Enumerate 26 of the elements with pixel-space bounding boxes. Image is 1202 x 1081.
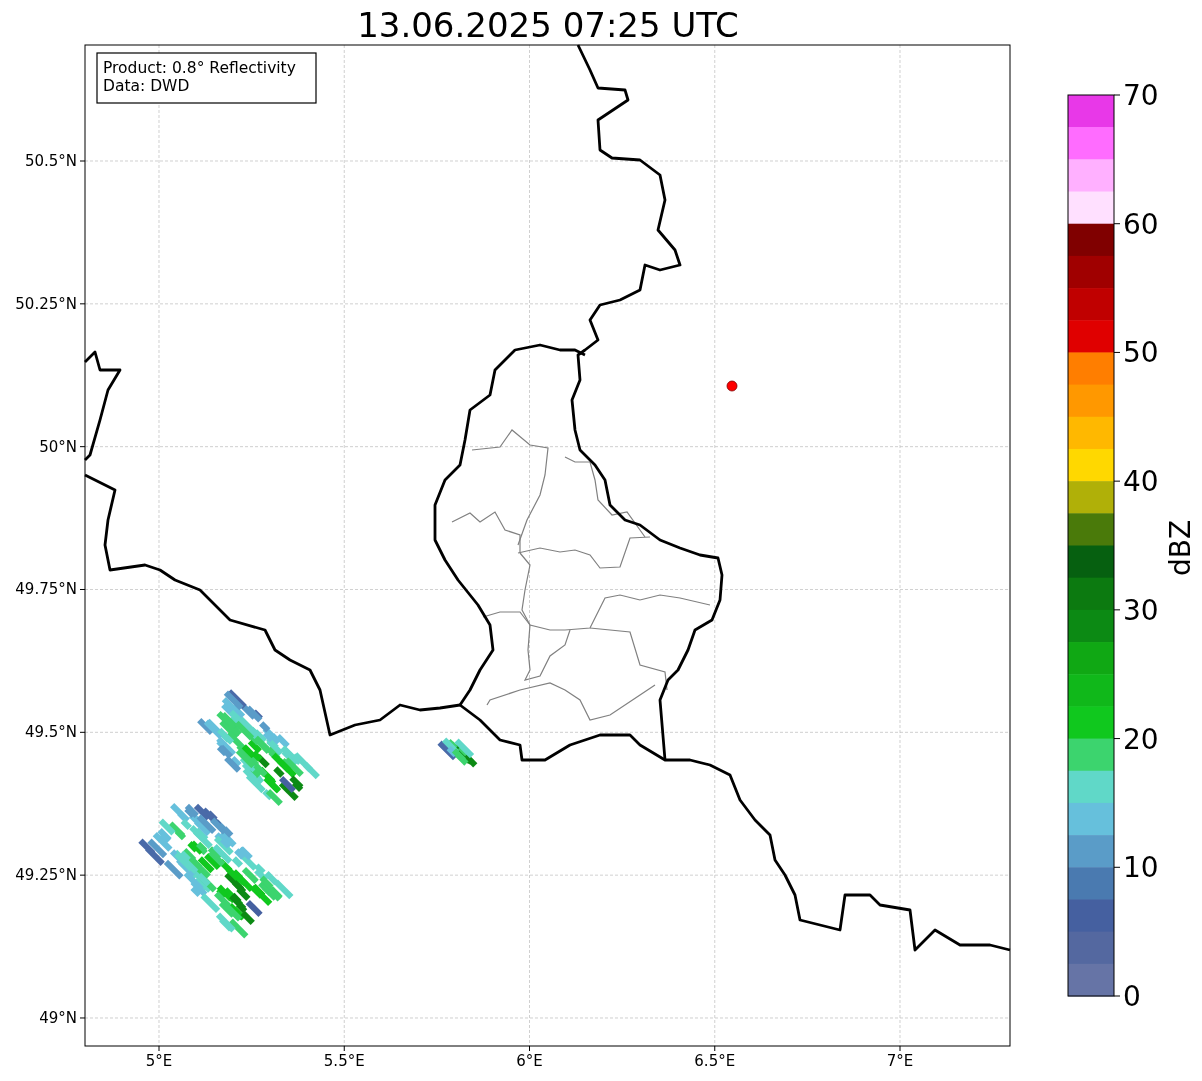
colorbar-label: dBZ [1164, 519, 1197, 577]
station-marker [726, 380, 738, 392]
axis-tick-label: 49°N [39, 1009, 77, 1027]
radar-echo-drawing [437, 737, 478, 768]
axis-tick-label: 7°E [886, 1052, 914, 1070]
axis-tick-label: 50.5°N [24, 152, 77, 170]
colorbar-tick-label: 0 [1123, 980, 1141, 1013]
axis-tick-label: 49.75°N [15, 580, 77, 599]
info-text: Data: DWD [103, 77, 190, 95]
axis-tick-label: 49.5°N [24, 723, 77, 742]
colorbar-tick-label: 10 [1123, 851, 1159, 885]
colorbar-tick-label: 60 [1123, 207, 1159, 241]
colorbar-tick-label: 70 [1123, 79, 1159, 112]
chart-title: 13.06.2025 07:25 UTC [357, 5, 739, 45]
axis-tick-label: 6°E [516, 1052, 543, 1070]
colorbar-tick-label: 20 [1123, 722, 1159, 756]
info-text: Product: 0.8° Reflectivity [103, 59, 296, 77]
colorbar-tick-label: 50 [1123, 336, 1159, 370]
axis-tick-label: 50.25°N [15, 294, 77, 313]
axis-tick-label: 50°N [39, 437, 77, 456]
axis-tick-label: 6.5°E [694, 1052, 736, 1070]
colorbar-tick-label: 30 [1123, 593, 1159, 627]
axis-tick-label: 49.25°N [15, 866, 77, 885]
axis-tick-label: 5°E [145, 1052, 173, 1070]
colorbar-tick-label: 40 [1123, 465, 1159, 499]
axis-tick-label: 5.5°E [323, 1052, 365, 1070]
